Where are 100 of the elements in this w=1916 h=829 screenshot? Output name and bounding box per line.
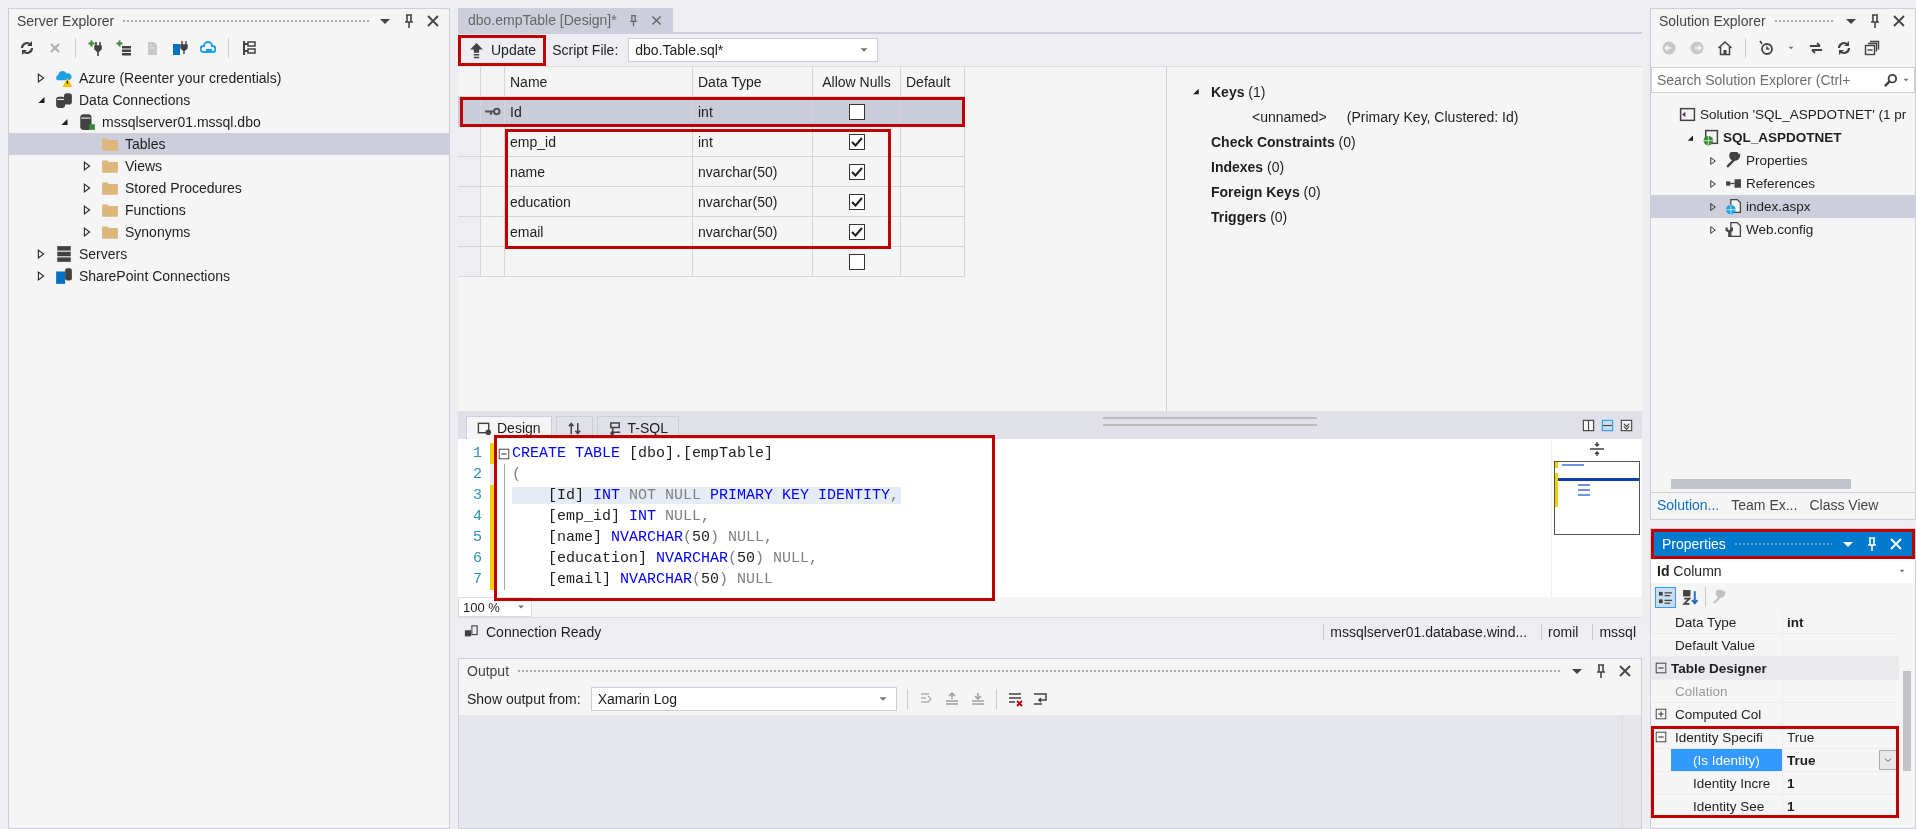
expand-box-icon[interactable] <box>1654 707 1668 721</box>
categorized-button[interactable] <box>1655 586 1676 608</box>
panel-tab[interactable]: Team Ex... <box>1725 493 1804 519</box>
collapse-pane-icon[interactable] <box>1619 417 1634 433</box>
checkbox[interactable] <box>848 163 865 180</box>
section-heading[interactable]: Indexes (0) <box>1211 158 1285 175</box>
expand-arrow-icon[interactable] <box>1707 223 1719 236</box>
expand-arrow-icon[interactable] <box>1707 177 1719 190</box>
refresh-icon[interactable] <box>19 40 35 56</box>
search-field[interactable]: Search Solution Explorer (Ctrl+ <box>1651 67 1915 93</box>
document-tab[interactable]: dbo.empTable [Design]* <box>458 8 673 32</box>
sync-icon[interactable] <box>1808 40 1824 56</box>
split-icon[interactable] <box>1589 441 1605 457</box>
property-name[interactable]: Identity See <box>1671 795 1783 817</box>
tree-item[interactable]: Views <box>9 155 449 177</box>
tree-item[interactable]: Azure (Reenter your credentials) <box>9 67 449 89</box>
word-wrap-icon[interactable] <box>1032 691 1049 707</box>
checkbox[interactable] <box>848 223 865 240</box>
close-icon[interactable] <box>1888 536 1904 552</box>
row-header-cell[interactable] <box>458 157 481 187</box>
section-heading[interactable]: Triggers (0) <box>1211 208 1288 225</box>
property-name[interactable]: Identity Specifi <box>1671 726 1783 748</box>
tree-view-icon[interactable] <box>241 40 257 56</box>
zoom-dropdown[interactable]: 100 % <box>458 597 532 617</box>
tree-item[interactable]: Properties <box>1651 149 1915 172</box>
table-cell[interactable]: nvarchar(50) <box>693 187 813 217</box>
collapse-box-icon[interactable] <box>497 446 511 461</box>
collapse-all-icon[interactable] <box>1864 40 1880 56</box>
table-cell[interactable] <box>901 247 965 277</box>
table-cell[interactable] <box>693 247 813 277</box>
table-cell[interactable]: education <box>505 187 693 217</box>
tree-item[interactable]: mssqlserver01.mssql.dbo <box>9 111 449 133</box>
panel-tab[interactable]: Class View <box>1803 493 1885 519</box>
update-button[interactable]: Update <box>462 38 543 62</box>
close-icon[interactable] <box>649 13 663 27</box>
cloud-icon[interactable] <box>200 40 216 56</box>
clear-all-icon[interactable] <box>1006 691 1023 707</box>
table-cell[interactable] <box>901 127 965 157</box>
section-heading[interactable]: Keys (1) <box>1211 83 1266 100</box>
tree-item[interactable]: Synonyms <box>9 221 449 243</box>
expand-arrow-icon[interactable] <box>1707 200 1719 213</box>
object-selector[interactable]: Id Column <box>1651 559 1915 583</box>
expand-arrow-icon[interactable] <box>1707 154 1719 167</box>
script-file-dropdown[interactable]: dbo.Table.sql* <box>628 38 879 62</box>
view-tab[interactable]: Design <box>466 416 552 439</box>
table-cell[interactable]: int <box>693 127 813 157</box>
header-corner-cell[interactable] <box>458 67 481 97</box>
vertical-scrollbar[interactable] <box>1622 715 1641 828</box>
home-icon[interactable] <box>1717 40 1733 56</box>
add-server-icon[interactable] <box>116 40 132 56</box>
history-icon[interactable] <box>1758 40 1774 56</box>
single-pane-icon[interactable] <box>1581 417 1596 433</box>
table-cell[interactable]: emp_id <box>505 127 693 157</box>
property-value[interactable]: True <box>1787 752 1816 768</box>
minimap-drawing[interactable] <box>1554 461 1640 535</box>
tree-item[interactable]: Web.config <box>1651 218 1915 241</box>
table-cell[interactable] <box>901 217 965 247</box>
tree-item[interactable]: Solution 'SQL_ASPDOTNET' (1 pr <box>1651 103 1915 126</box>
property-value[interactable]: 1 <box>1787 775 1795 791</box>
output-source-dropdown[interactable]: Xamarin Log <box>590 687 897 711</box>
row-header-cell[interactable] <box>458 247 481 277</box>
table-cell[interactable]: nvarchar(50) <box>693 217 813 247</box>
row-header-cell[interactable] <box>458 187 481 217</box>
add-connection-icon[interactable] <box>88 40 104 56</box>
section-heading[interactable]: Check Constraints (0) <box>1211 133 1356 150</box>
collapse-box-icon[interactable] <box>1654 661 1668 675</box>
sort-alphabetical-icon[interactable] <box>1682 588 1699 606</box>
row-header-cell[interactable] <box>458 217 481 247</box>
checkbox[interactable] <box>848 103 865 120</box>
refresh-icon[interactable] <box>1836 40 1852 56</box>
section-heading[interactable]: Foreign Keys (0) <box>1211 183 1321 200</box>
table-cell[interactable]: name <box>505 157 693 187</box>
view-tab[interactable] <box>555 416 593 439</box>
tree-item[interactable]: SQL_ASPDOTNET <box>1651 126 1915 149</box>
tree-item[interactable]: Data Connections <box>9 89 449 111</box>
tree-item[interactable]: References <box>1651 172 1915 195</box>
close-icon[interactable] <box>1891 13 1907 29</box>
split-pane-icon[interactable] <box>1600 417 1615 433</box>
table-cell[interactable] <box>901 157 965 187</box>
tree-item[interactable]: index.aspx <box>1651 195 1915 218</box>
view-tab[interactable]: T-SQL <box>596 416 680 439</box>
property-name[interactable]: Identity Incre <box>1671 772 1783 794</box>
property-value[interactable]: int <box>1787 614 1804 630</box>
table-cell[interactable] <box>901 187 965 217</box>
property-value[interactable]: 1 <box>1787 798 1795 814</box>
table-cell[interactable] <box>505 247 693 277</box>
server-plug-icon[interactable] <box>172 40 188 56</box>
row-header-cell[interactable] <box>458 127 481 157</box>
property-name[interactable]: Data Type <box>1671 611 1783 633</box>
tree-item[interactable]: Stored Procedures <box>9 177 449 199</box>
property-value[interactable]: True <box>1787 729 1815 745</box>
splitter-handle[interactable] <box>1103 416 1317 426</box>
property-name[interactable]: Computed Col <box>1671 703 1783 725</box>
tree-item[interactable]: SharePoint Connections <box>9 265 449 287</box>
close-icon[interactable] <box>425 13 441 29</box>
tree-item[interactable]: Servers <box>9 243 449 265</box>
close-icon[interactable] <box>1617 663 1633 679</box>
table-cell[interactable]: nvarchar(50) <box>693 157 813 187</box>
checkbox[interactable] <box>848 253 865 270</box>
tree-item[interactable]: Functions <box>9 199 449 221</box>
